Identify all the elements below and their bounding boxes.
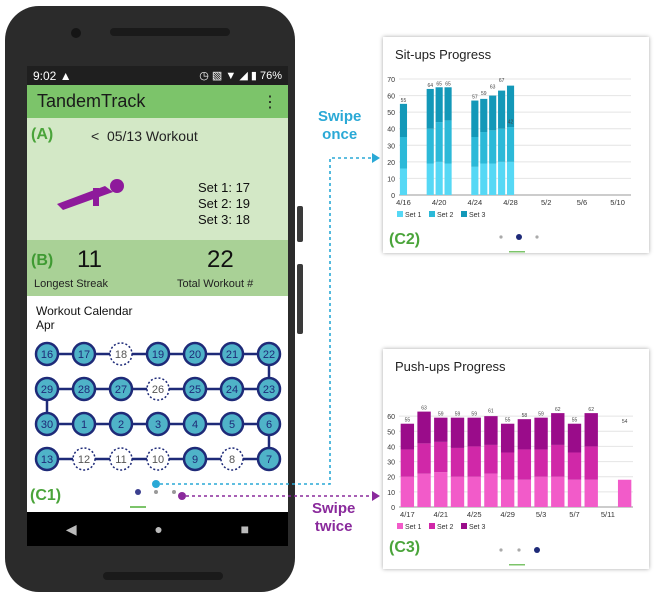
swipe-twice-start: [178, 492, 186, 500]
page-indicator: [130, 506, 146, 508]
swipe-once-arrow: [160, 153, 380, 485]
pager-dot-2[interactable]: [154, 490, 158, 494]
pager-dot-1[interactable]: [135, 489, 141, 495]
pager-dot-3[interactable]: [172, 490, 176, 494]
swipe-once-start: [152, 480, 160, 488]
swipe-twice-arrow: [186, 491, 380, 501]
annotation-overlay: [130, 153, 380, 508]
section-tag-c1: (C1): [30, 487, 62, 504]
